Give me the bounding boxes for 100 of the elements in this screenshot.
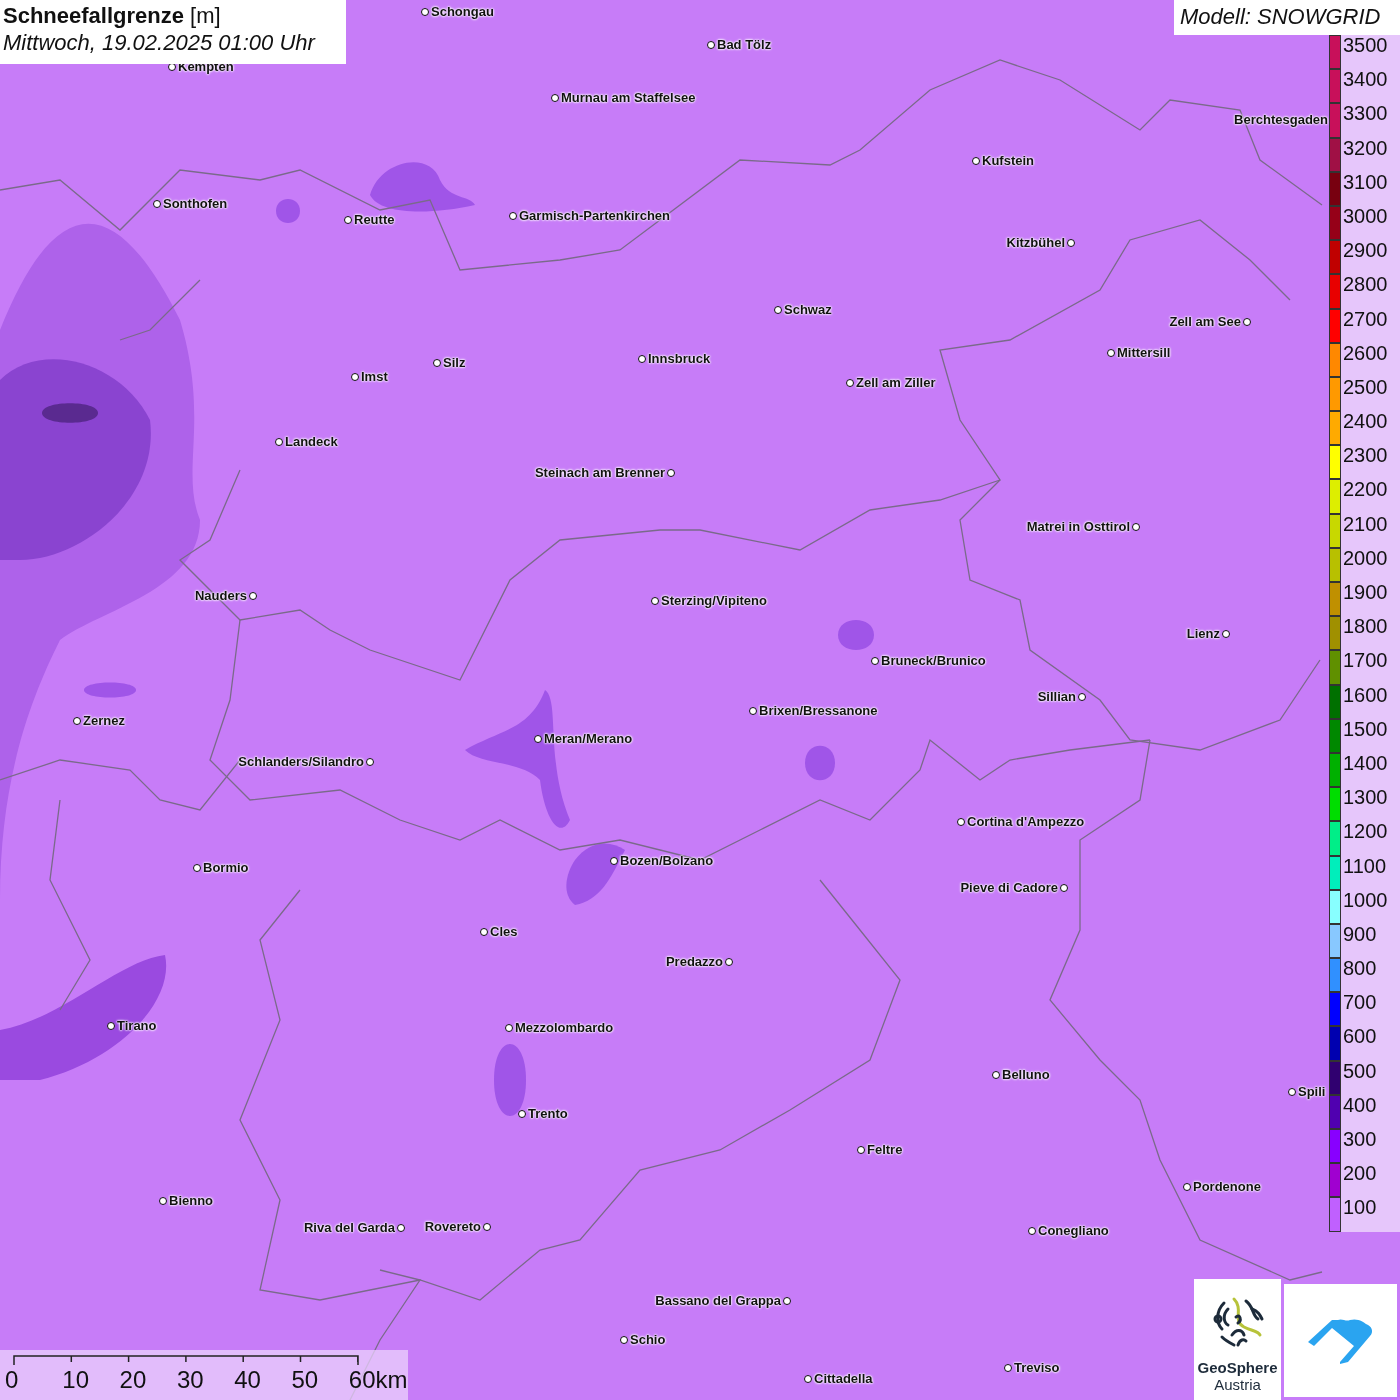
city-dot-icon (651, 596, 659, 605)
city-label: Garmisch-Partenkirchen (519, 208, 670, 223)
city-label: Kufstein (982, 153, 1034, 168)
city-dot-icon (534, 734, 542, 743)
city-label: Tirano (117, 1018, 157, 1033)
legend-label: 2000 (1343, 547, 1388, 568)
legend-label: 3400 (1343, 69, 1388, 90)
city-label: Sonthofen (163, 196, 228, 211)
legend-label: 2100 (1343, 513, 1388, 534)
city-dot-icon (638, 354, 646, 363)
city-label: Innsbruck (648, 351, 711, 366)
legend-label: 2900 (1343, 240, 1388, 261)
city-label: Schlanders/Silandro (238, 754, 364, 769)
city-dot-icon (366, 757, 374, 766)
legend-label: 1900 (1343, 582, 1388, 602)
city-dot-icon (344, 215, 352, 224)
city-dot-icon (620, 1335, 628, 1344)
legend-label: 3200 (1343, 137, 1388, 158)
city-label: Schio (630, 1332, 666, 1347)
city-label: Kempten (178, 59, 234, 74)
city-label: Spili (1298, 1084, 1326, 1099)
low-snowline-patch (805, 745, 835, 781)
legend-label: 500 (1343, 1060, 1377, 1081)
city-label: Murnau am Staffelsee (561, 90, 696, 105)
city-dot-icon (972, 156, 980, 165)
legend-label: 3000 (1343, 205, 1388, 226)
city-label: Bad Tölz (717, 37, 772, 52)
city-dot-icon (483, 1222, 491, 1231)
city-dot-icon (107, 1021, 115, 1030)
city-label: Zell am See (1169, 314, 1241, 329)
city-dot-icon (1004, 1363, 1012, 1372)
legend-label: 1400 (1343, 752, 1388, 773)
city-label: Kitzbühel (1006, 235, 1065, 250)
logo-subtitle: Austria (1214, 1376, 1261, 1393)
legend-label: 100 (1343, 1197, 1377, 1218)
scale-tick-label: 50 (291, 1366, 320, 1394)
city-label: Cittadella (814, 1371, 873, 1386)
city-dot-icon (351, 372, 359, 381)
city-label: Meran/Merano (544, 731, 633, 746)
city-dot-icon (505, 1023, 513, 1032)
city-dot-icon (1243, 317, 1251, 326)
city-label: Brixen/Bressanone (759, 703, 878, 718)
city-dot-icon (1060, 883, 1068, 892)
scale-tick-label: 40 (234, 1366, 262, 1394)
legend-label: 1800 (1343, 616, 1388, 637)
city-dot-icon (153, 199, 161, 208)
city-dot-icon (249, 591, 257, 600)
city-dot-icon (749, 706, 757, 715)
city-label: Bassano del Grappa (655, 1293, 781, 1308)
city-label: Sillian (1037, 689, 1076, 704)
legend-label: 3500 (1343, 35, 1388, 55)
city-dot-icon (783, 1296, 791, 1305)
legend-label: 2500 (1343, 376, 1388, 397)
model-label: Modell: SNOWGRID (1174, 0, 1400, 35)
scale-tick-label: 0 (5, 1366, 20, 1394)
city-dot-icon (397, 1223, 405, 1232)
city-label: Riva del Garda (303, 1220, 395, 1235)
legend-label: 2600 (1343, 342, 1388, 363)
forecast-time: Mittwoch, 19.02.2025 01:00 Uhr (3, 30, 317, 56)
city-label: Bruneck/Brunico (881, 653, 986, 668)
legend-label: 2700 (1343, 308, 1388, 329)
scale-tick-label: 30 (176, 1366, 205, 1394)
city-dot-icon (667, 468, 675, 477)
legend-label: 200 (1343, 1163, 1377, 1184)
legend-label: 600 (1343, 1026, 1377, 1047)
city-dot-icon (551, 93, 559, 102)
city-dot-icon (610, 856, 618, 865)
city-label: Pieve di Cadore (960, 880, 1058, 895)
city-dot-icon (73, 716, 81, 725)
city-dot-icon (1288, 1087, 1296, 1096)
legend-label: 2300 (1343, 445, 1388, 466)
city-dot-icon (707, 40, 715, 49)
legend-label: 400 (1343, 1094, 1377, 1115)
city-dot-icon (1132, 522, 1140, 531)
city-label: Nauders (194, 588, 247, 603)
city-label: Matrei in Osttirol (1026, 519, 1130, 534)
city-label: Zernez (83, 713, 125, 728)
city-dot-icon (275, 437, 283, 446)
city-label: Schongau (431, 4, 494, 19)
legend-label: 2200 (1343, 479, 1388, 500)
low-snowline-patch (838, 620, 874, 650)
legend-label: 1500 (1343, 718, 1388, 739)
city-label: Reutte (354, 212, 395, 227)
legend-label: 1000 (1343, 889, 1388, 910)
legend-label: 800 (1343, 958, 1377, 979)
city-dot-icon (871, 656, 879, 665)
city-dot-icon (518, 1109, 526, 1118)
map-title: Schneefallgrenze [m] (3, 3, 222, 29)
legend-label: 1300 (1343, 787, 1388, 808)
city-label: Cortina d'Ampezzo (967, 814, 1085, 829)
city-label: Rovereto (424, 1219, 481, 1234)
city-label: Mittersill (1117, 345, 1171, 360)
legend-label: 300 (1343, 1129, 1377, 1149)
city-label: Landeck (285, 434, 338, 449)
scale-tick-label: 60km (348, 1366, 407, 1394)
legend-label: 3300 (1343, 103, 1388, 124)
city-dot-icon (1183, 1182, 1191, 1191)
city-label: Predazzo (665, 954, 723, 969)
city-label: Imst (361, 369, 388, 384)
city-label: Lienz (1186, 626, 1220, 641)
